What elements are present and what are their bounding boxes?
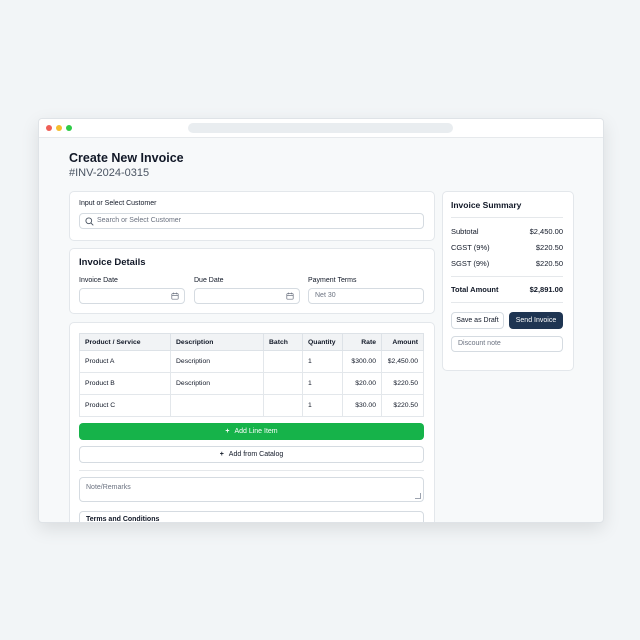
invoice-summary-title: Invoice Summary: [451, 200, 522, 210]
title-bar: [39, 119, 603, 138]
column-header-product: Product / Service: [79, 333, 171, 351]
column-header-amount: Amount: [381, 333, 424, 351]
cell-product[interactable]: Product C: [79, 394, 171, 417]
cell-product[interactable]: Product A: [79, 350, 171, 373]
resize-handle-icon[interactable]: [415, 493, 421, 499]
line-items-table: Product / Service Description Batch Quan…: [79, 333, 424, 417]
column-header-rate: Rate: [342, 333, 382, 351]
divider: [79, 470, 424, 471]
cell-description[interactable]: Description: [170, 372, 264, 395]
cell-rate[interactable]: $20.00: [342, 372, 382, 395]
send-invoice-button[interactable]: Send Invoice: [509, 312, 563, 329]
browser-window: Create New Invoice #INV-2024-0315 Input …: [38, 118, 604, 523]
cell-batch[interactable]: [263, 372, 303, 395]
cell-quantity[interactable]: 1: [302, 350, 343, 373]
plus-icon: +: [225, 428, 230, 435]
cell-batch[interactable]: [263, 394, 303, 417]
cell-description[interactable]: Description: [170, 350, 264, 373]
cell-description[interactable]: [170, 394, 264, 417]
table-row[interactable]: Product B Description 1 $20.00 $220.50: [79, 372, 424, 395]
table-row[interactable]: Product A Description 1 $300.00 $2,450.0…: [79, 350, 424, 373]
divider: [451, 302, 563, 303]
subtotal-value: $2,450.00: [529, 227, 563, 236]
cell-quantity[interactable]: 1: [302, 394, 343, 417]
divider: [451, 276, 563, 277]
divider: [451, 217, 563, 218]
subtotal-row: Subtotal $2,450.00: [451, 227, 563, 236]
customer-search-input[interactable]: Search or Select Customer: [79, 213, 424, 229]
payment-terms-value: Net 30: [315, 292, 336, 299]
save-draft-button[interactable]: Save as Draft: [451, 312, 504, 329]
add-from-catalog-button[interactable]: + Add from Catalog: [79, 446, 424, 463]
payment-terms-label: Payment Terms: [308, 277, 357, 284]
sgst-label: SGST (9%): [451, 259, 490, 268]
cell-batch[interactable]: [263, 350, 303, 373]
cgst-row: CGST (9%) $220.50: [451, 243, 563, 252]
table-row[interactable]: Product C 1 $30.00 $220.50: [79, 394, 424, 417]
cgst-label: CGST (9%): [451, 243, 490, 252]
due-date-input[interactable]: [194, 288, 300, 304]
sgst-value: $220.50: [535, 259, 563, 268]
cell-amount: $220.50: [381, 372, 424, 395]
cell-amount: $2,450.00: [381, 350, 424, 373]
maximize-window-button[interactable]: [66, 125, 72, 131]
cell-amount: $220.50: [381, 394, 424, 417]
invoice-date-label: Invoice Date: [79, 277, 118, 284]
customer-label: Input or Select Customer: [79, 200, 157, 207]
invoice-date-input[interactable]: [79, 288, 185, 304]
total-label: Total Amount: [451, 285, 499, 294]
add-line-item-button[interactable]: + Add Line Item: [79, 423, 424, 440]
total-value: $2,891.00: [529, 285, 563, 294]
plus-icon: +: [219, 451, 224, 458]
invoice-number: #INV-2024-0315: [69, 167, 150, 179]
notes-placeholder: Note/Remarks: [86, 484, 131, 491]
address-bar[interactable]: [188, 123, 453, 133]
column-header-quantity: Quantity: [302, 333, 343, 351]
total-row: Total Amount $2,891.00: [451, 285, 563, 294]
calendar-icon[interactable]: [171, 292, 179, 300]
search-icon: [85, 217, 94, 226]
payment-terms-select[interactable]: Net 30: [308, 288, 424, 304]
terms-section[interactable]: Terms and Conditions: [79, 511, 424, 523]
terms-label: Terms and Conditions: [86, 516, 160, 523]
cgst-value: $220.50: [535, 243, 563, 252]
close-window-button[interactable]: [46, 125, 52, 131]
cell-rate[interactable]: $300.00: [342, 350, 382, 373]
cell-rate[interactable]: $30.00: [342, 394, 382, 417]
cell-product[interactable]: Product B: [79, 372, 171, 395]
due-date-label: Due Date: [194, 277, 224, 284]
column-header-batch: Batch: [263, 333, 303, 351]
table-header-row: Product / Service Description Batch Quan…: [79, 333, 424, 351]
calendar-icon[interactable]: [286, 292, 294, 300]
subtotal-label: Subtotal: [451, 227, 479, 236]
invoice-details-title: Invoice Details: [79, 257, 146, 268]
add-line-item-label: Add Line Item: [234, 428, 278, 435]
discount-note-placeholder: Discount note: [458, 340, 501, 347]
customer-search-placeholder: Search or Select Customer: [97, 217, 182, 224]
page-title: Create New Invoice: [69, 151, 184, 165]
notes-textarea[interactable]: Note/Remarks: [79, 477, 424, 502]
cell-quantity[interactable]: 1: [302, 372, 343, 395]
discount-note-input[interactable]: Discount note: [451, 336, 563, 352]
add-from-catalog-label: Add from Catalog: [228, 451, 284, 458]
sgst-row: SGST (9%) $220.50: [451, 259, 563, 268]
minimize-window-button[interactable]: [56, 125, 62, 131]
column-header-description: Description: [170, 333, 264, 351]
